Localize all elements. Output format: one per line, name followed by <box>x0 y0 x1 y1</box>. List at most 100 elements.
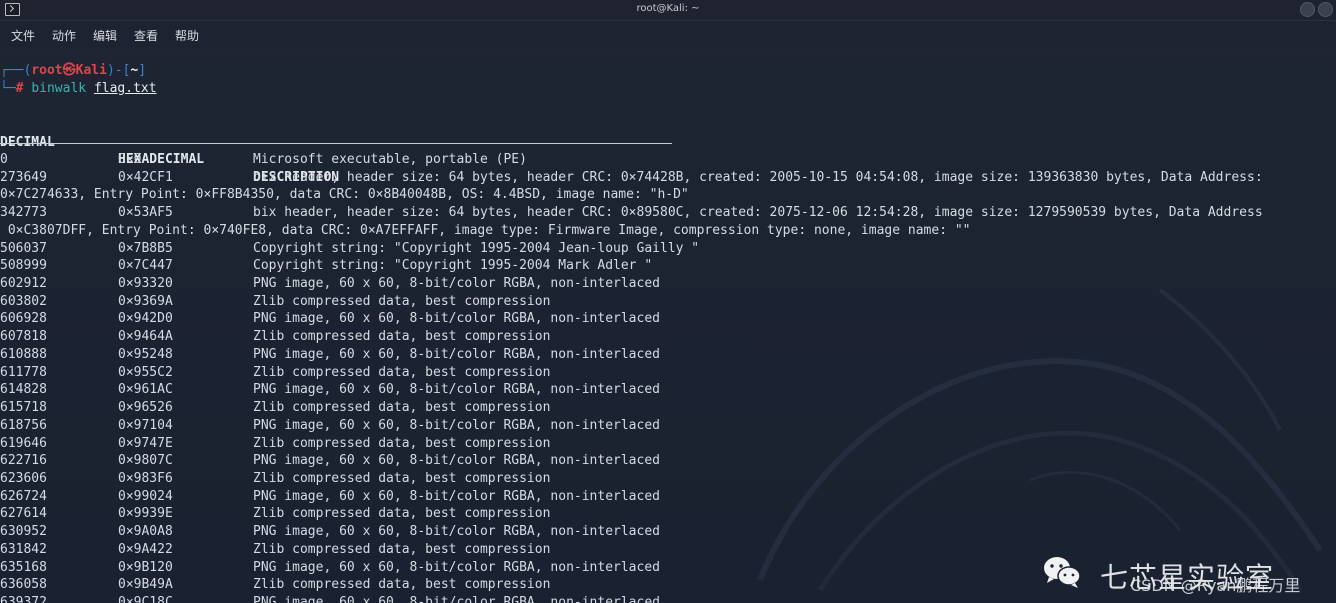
row-decimal: 0 <box>0 152 8 167</box>
prompt-line: ┌──(root㉿Kali)-[~] <box>0 62 146 80</box>
row-decimal: 622716 <box>0 453 47 469</box>
title-bar[interactable]: root@Kali: ~ <box>0 0 1336 21</box>
row-hexadecimal: 0×93320 <box>118 276 173 292</box>
row-description: PNG image, 60 x 60, 8-bit/color RGBA, no… <box>253 595 660 603</box>
prompt-separator: )-[ <box>106 63 131 78</box>
row-decimal: 614828 <box>0 382 47 398</box>
row-hexadecimal: 0×9807C <box>118 453 173 469</box>
row-description: Zlib compressed data, best compression <box>253 541 551 557</box>
row-decimal: 606928 <box>0 311 47 327</box>
row-decimal: 636058 <box>0 577 47 593</box>
menu-actions[interactable]: 动作 <box>52 27 76 44</box>
prompt-frame-bottom: └─ <box>0 81 16 96</box>
row-hexadecimal: 0×9A422 <box>118 541 173 557</box>
command-name: binwalk <box>31 81 87 96</box>
row-hexadecimal: 0×9939E <box>118 506 173 522</box>
menu-file[interactable]: 文件 <box>11 27 35 44</box>
row-description: PNG image, 60 x 60, 8-bit/color RGBA, no… <box>253 311 660 327</box>
command-argument: flag.txt <box>93 81 157 96</box>
header-separator <box>0 143 672 144</box>
row-description: PNG image, 60 x 60, 8-bit/color RGBA, no… <box>253 559 660 575</box>
row-description: PNG image, 60 x 60, 8-bit/color RGBA, no… <box>253 453 660 469</box>
row-decimal: 627614 <box>0 506 47 522</box>
row-hexadecimal: 0×97104 <box>118 417 173 433</box>
row-hexadecimal: 0×9C18C <box>118 595 173 603</box>
prompt-path-end: ] <box>138 63 147 78</box>
row-description: PNG image, 60 x 60, 8-bit/color RGBA, no… <box>253 346 660 362</box>
menu-help[interactable]: 帮助 <box>175 27 199 44</box>
row-hexadecimal: 0×9B49A <box>118 577 173 593</box>
row-description: Zlib compressed data, best compression <box>253 470 551 486</box>
row-description: bix header, header size: 64 bytes, heade… <box>253 205 1263 221</box>
row-hexadecimal: 0×9A0A8 <box>118 524 173 540</box>
row-description: bix header, header size: 64 bytes, heade… <box>253 169 1263 185</box>
terminal-window: root@Kali: ~ 文件 动作 编辑 查看 帮助 ┌──(root㉿Kal… <box>0 0 1336 603</box>
row-wrapped-text: 0×C3807DFF, Entry Point: 0×740FE8, data … <box>0 222 971 238</box>
row-hexadecimal: 0×983F6 <box>118 470 173 486</box>
row-description: Zlib compressed data, best compression <box>253 400 551 416</box>
row-hexadecimal: 0×942D0 <box>118 311 173 327</box>
wechat-logo-icon <box>1044 557 1081 588</box>
watermark-csdn: CSDN @Ryan鹏程万里 <box>1130 576 1301 595</box>
row-decimal: 603802 <box>0 293 47 309</box>
menu-bar: 文件 动作 编辑 查看 帮助 <box>0 21 1336 47</box>
row-description: Copyright string: "Copyright 1995-2004 M… <box>253 258 653 274</box>
command-line: └─# binwalk flag.txt <box>0 80 157 98</box>
row-hexadecimal: 0×96526 <box>118 400 173 416</box>
row-hexadecimal: 0×9369A <box>118 293 173 309</box>
row-description: PNG image, 60 x 60, 8-bit/color RGBA, no… <box>253 417 660 433</box>
terminal-output[interactable]: ┌──(root㉿Kali)-[~] └─# binwalk flag.txt … <box>0 47 1336 603</box>
row-decimal: 615718 <box>0 400 47 416</box>
row-decimal: 508999 <box>0 258 47 274</box>
row-decimal: 639372 <box>0 595 47 603</box>
row-description: PNG image, 60 x 60, 8-bit/color RGBA, no… <box>253 382 660 398</box>
close-button[interactable] <box>1318 2 1333 17</box>
row-decimal: 631842 <box>0 541 47 557</box>
minimize-button[interactable] <box>1300 2 1315 17</box>
row-hexadecimal: 0×9747E <box>118 435 173 451</box>
row-hexadecimal: 0×95248 <box>118 346 173 362</box>
row-description: Zlib compressed data, best compression <box>253 506 551 522</box>
row-decimal: 623606 <box>0 470 47 486</box>
row-decimal: 619646 <box>0 435 47 451</box>
row-decimal: 611778 <box>0 364 47 380</box>
row-hexadecimal: 0×961AC <box>118 382 173 398</box>
row-decimal: 610888 <box>0 346 47 362</box>
row-decimal: 602912 <box>0 276 47 292</box>
window-title: root@Kali: ~ <box>636 3 700 14</box>
row-description: PNG image, 60 x 60, 8-bit/color RGBA, no… <box>253 488 660 504</box>
table-header: DECIMAL HEXADECIMAL DESCRIPTION <box>0 116 339 185</box>
row-hexadecimal: 0×42CF1 <box>118 169 173 185</box>
row-hexadecimal: 0×9B120 <box>118 559 173 575</box>
menu-edit[interactable]: 编辑 <box>93 27 117 44</box>
row-decimal: 607818 <box>0 329 47 345</box>
watermark: 七芯星实验室 CSDN @Ryan鹏程万里 <box>1040 552 1336 598</box>
row-decimal: 273649 <box>0 169 47 185</box>
row-decimal: 618756 <box>0 417 47 433</box>
row-hexadecimal: 0×955C2 <box>118 364 173 380</box>
row-description: Zlib compressed data, best compression <box>253 364 551 380</box>
row-description: Zlib compressed data, best compression <box>253 577 551 593</box>
row-hexadecimal: 0×53AF5 <box>118 205 173 221</box>
row-description: Zlib compressed data, best compression <box>253 329 551 345</box>
row-description: Zlib compressed data, best compression <box>253 435 551 451</box>
prompt-user: root㉿Kali <box>31 63 107 78</box>
menu-view[interactable]: 查看 <box>134 27 158 44</box>
row-description: Copyright string: "Copyright 1995-2004 J… <box>253 240 700 256</box>
row-description: Microsoft executable, portable (PE) <box>253 152 527 167</box>
row-description: PNG image, 60 x 60, 8-bit/color RGBA, no… <box>253 276 660 292</box>
row-decimal: 506037 <box>0 240 47 256</box>
row-hexadecimal: 0×7C447 <box>118 258 173 274</box>
row-decimal: 630952 <box>0 524 47 540</box>
row-description: PNG image, 60 x 60, 8-bit/color RGBA, no… <box>253 524 660 540</box>
row-decimal: 626724 <box>0 488 47 504</box>
row-decimal: 635168 <box>0 559 47 575</box>
row-decimal: 342773 <box>0 205 47 221</box>
row-description: Zlib compressed data, best compression <box>253 293 551 309</box>
row-hexadecimal: 0×9464A <box>118 329 173 345</box>
row-hexadecimal: 0×99024 <box>118 488 173 504</box>
row-hexadecimal: 0×7B8B5 <box>118 240 173 256</box>
prompt-hash: # <box>15 81 24 96</box>
row-hexadecimal: 0×0 <box>118 152 142 167</box>
prompt-frame-top: ┌──( <box>0 63 32 78</box>
